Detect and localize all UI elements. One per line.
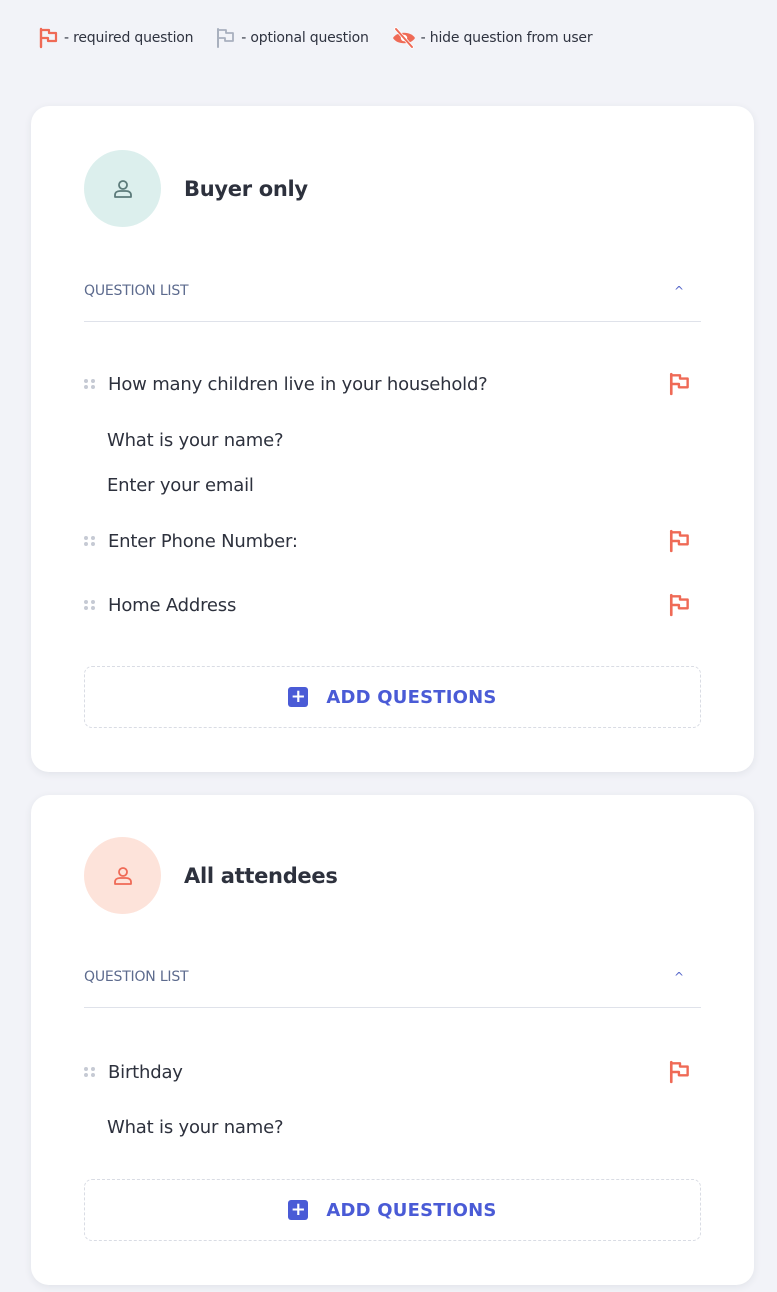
user-icon — [113, 866, 132, 885]
required-flag-icon[interactable] — [668, 529, 692, 553]
chevron-up-icon[interactable]: ^ — [674, 284, 684, 298]
question-text: Birthday — [108, 1061, 183, 1083]
drag-handle-icon[interactable] — [84, 536, 96, 546]
question-list-header[interactable]: QUESTION LIST ^ — [84, 283, 701, 322]
add-questions-button[interactable]: + ADD QUESTIONS — [84, 666, 701, 728]
add-questions-label: ADD QUESTIONS — [326, 686, 497, 708]
question-text: How many children live in your household… — [108, 373, 488, 395]
required-flag-icon — [39, 27, 58, 49]
drag-handle-icon[interactable] — [84, 600, 96, 610]
question-text: Home Address — [108, 594, 237, 616]
card-header: All attendees — [84, 837, 338, 914]
question-text: Enter Phone Number: — [108, 530, 298, 552]
legend: - required question - optional question … — [38, 27, 593, 49]
question-row[interactable]: Birthday — [84, 1060, 701, 1084]
avatar — [84, 837, 161, 914]
plus-icon: + — [288, 1200, 309, 1220]
question-list-label: QUESTION LIST — [84, 969, 189, 985]
required-flag-icon[interactable] — [668, 372, 692, 396]
drag-handle-icon[interactable] — [84, 1067, 96, 1077]
question-row[interactable]: Home Address — [84, 593, 701, 617]
question-row[interactable]: What is your name? — [84, 430, 701, 451]
buyer-only-card: Buyer only QUESTION LIST ^ How many chil… — [31, 106, 754, 772]
all-attendees-card: All attendees QUESTION LIST ^ Birthday W… — [31, 795, 754, 1285]
plus-icon: + — [288, 687, 309, 707]
card-title: Buyer only — [184, 176, 308, 201]
question-row[interactable]: Enter your email — [84, 475, 701, 496]
question-list-label: QUESTION LIST — [84, 283, 189, 299]
question-list-header[interactable]: QUESTION LIST ^ — [84, 969, 701, 1008]
required-flag-icon[interactable] — [668, 593, 692, 617]
question-text: Enter your email — [107, 475, 254, 496]
legend-hidden: - hide question from user — [391, 27, 593, 49]
question-row[interactable]: How many children live in your household… — [84, 372, 701, 396]
card-header: Buyer only — [84, 150, 308, 227]
question-row[interactable]: Enter Phone Number: — [84, 529, 701, 553]
legend-optional-label: - optional question — [241, 30, 369, 46]
eye-off-icon — [392, 27, 415, 49]
legend-required: - required question — [38, 27, 193, 49]
required-flag-icon[interactable] — [668, 1060, 692, 1084]
question-row[interactable]: What is your name? — [84, 1117, 701, 1138]
legend-optional: - optional question — [215, 27, 369, 49]
avatar — [84, 150, 161, 227]
question-text: What is your name? — [107, 430, 284, 451]
legend-required-label: - required question — [64, 30, 194, 46]
legend-hidden-label: - hide question from user — [420, 30, 593, 46]
add-questions-button[interactable]: + ADD QUESTIONS — [84, 1179, 701, 1241]
card-title: All attendees — [184, 863, 338, 888]
question-text: What is your name? — [107, 1117, 284, 1138]
user-icon — [113, 179, 132, 198]
optional-flag-icon — [217, 28, 235, 48]
chevron-up-icon[interactable]: ^ — [674, 970, 684, 984]
drag-handle-icon[interactable] — [84, 379, 96, 389]
add-questions-label: ADD QUESTIONS — [326, 1199, 497, 1221]
